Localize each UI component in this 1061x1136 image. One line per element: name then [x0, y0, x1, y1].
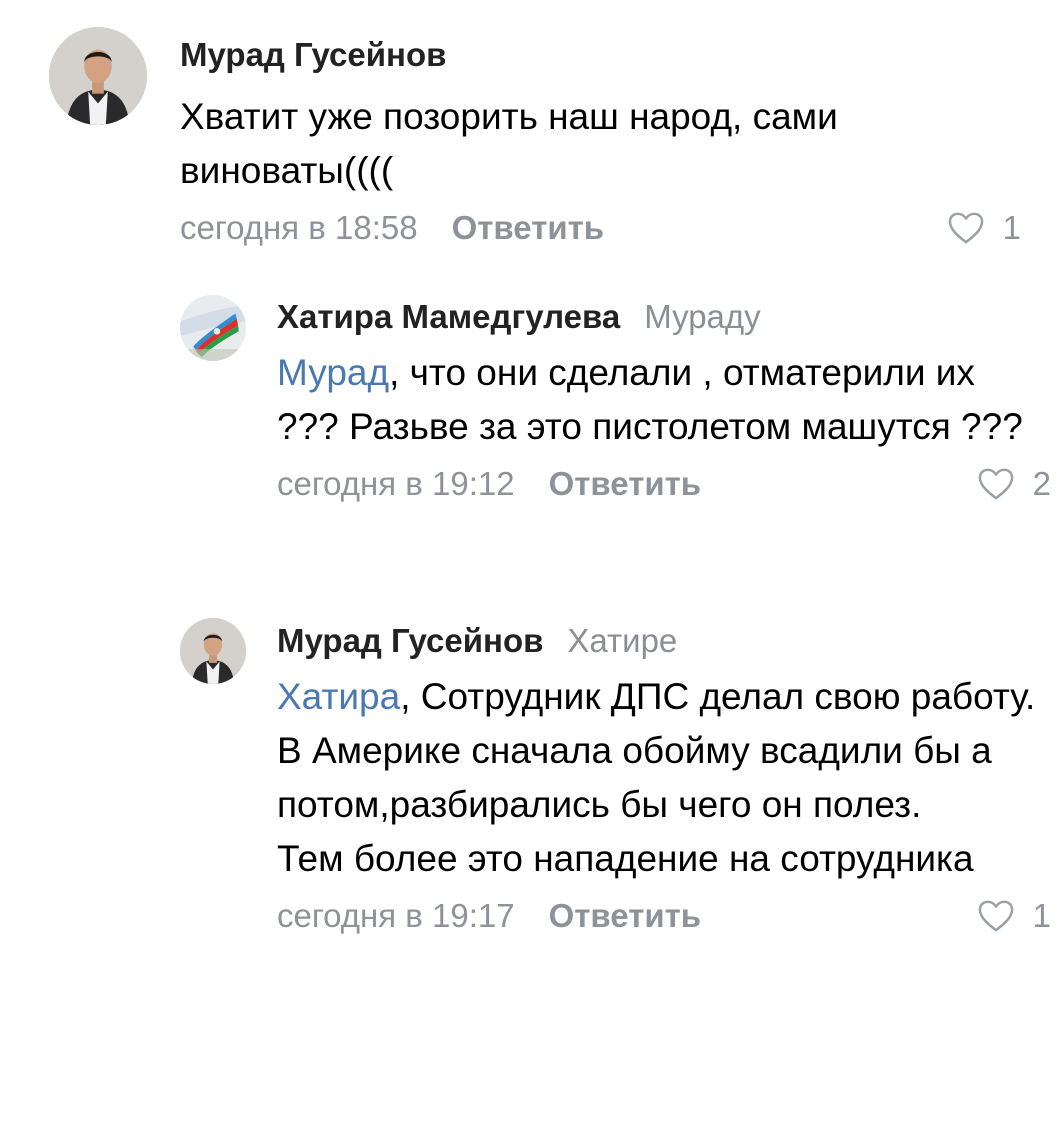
heart-outline-icon [978, 468, 1013, 500]
comment-text: Мурад, что они сделали , отматерили их ?… [277, 346, 1037, 454]
comment-header: Мурад Гусейнов Хатире [277, 620, 1037, 662]
comment-line-text: , что они сделали , отматерили их ??? Ра… [277, 352, 1023, 447]
reply-button[interactable]: Ответить [549, 465, 702, 502]
author-name[interactable]: Мурад Гусейнов [277, 622, 543, 659]
comment-meta: сегодня в 18:58 Ответить 1 [180, 204, 1040, 252]
timestamp[interactable]: сегодня в 19:12 [277, 465, 515, 502]
author-name[interactable]: Мурад Гусейнов [180, 36, 446, 73]
comment-line: Мурад, что они сделали , отматерили их ?… [277, 346, 1037, 454]
like-count: 1 [1002, 209, 1021, 246]
like-count: 1 [1032, 897, 1051, 934]
like-button[interactable]: 1 [947, 204, 1021, 252]
like-button[interactable]: 1 [977, 892, 1051, 940]
comment-meta: сегодня в 19:12 Ответить 2 [277, 460, 1051, 508]
comment-text: Хатира, Сотрудник ДПС делал свою работу.… [277, 670, 1037, 886]
comment-line-text: , Сотрудник ДПС делал свою работу. [400, 676, 1036, 717]
reply-to-label[interactable]: Мураду [644, 298, 760, 335]
comment-text: Хватит уже позорить наш народ, сами вино… [180, 90, 1040, 198]
like-button[interactable]: 2 [977, 460, 1051, 508]
comment-header: Мурад Гусейнов [180, 34, 1040, 76]
comment-line: Хатира, Сотрудник ДПС делал свою работу. [277, 670, 1037, 724]
avatar-photo [49, 27, 147, 125]
heart-outline-icon [948, 212, 983, 244]
avatar[interactable] [180, 618, 246, 684]
author-name[interactable]: Хатира Мамедгулева [277, 298, 620, 335]
comment-header: Хатира Мамедгулева Мураду [277, 296, 1037, 338]
timestamp[interactable]: сегодня в 19:17 [277, 897, 515, 934]
reply-button[interactable]: Ответить [452, 209, 605, 246]
avatar-photo [180, 618, 246, 684]
comment-meta: сегодня в 19:17 Ответить 1 [277, 892, 1051, 940]
avatar[interactable] [180, 295, 246, 361]
comment-line: В Америке сначала обойму всадили бы а по… [277, 730, 992, 825]
comment-body: Мурад Гусейнов Хатире Хатира, Сотрудник Д… [277, 620, 1051, 940]
flag-avatar [180, 295, 246, 361]
heart-outline-icon [978, 900, 1013, 932]
like-count: 2 [1032, 465, 1051, 502]
reply-to-label[interactable]: Хатире [567, 622, 677, 659]
comment-line: Хватит уже позорить наш народ, сами вино… [180, 96, 838, 191]
comment-body: Мурад Гусейнов Хватит уже позорить наш н… [180, 34, 1040, 252]
avatar[interactable] [49, 27, 147, 125]
comment-line: Тем более это нападение на сотрудника [277, 838, 974, 879]
mention-link[interactable]: Мурад [277, 352, 389, 393]
comment-body: Хатира Мамедгулева Мураду Мурад, что они … [277, 296, 1051, 508]
mention-link[interactable]: Хатира [277, 676, 400, 717]
timestamp[interactable]: сегодня в 18:58 [180, 209, 418, 246]
reply-button[interactable]: Ответить [549, 897, 702, 934]
